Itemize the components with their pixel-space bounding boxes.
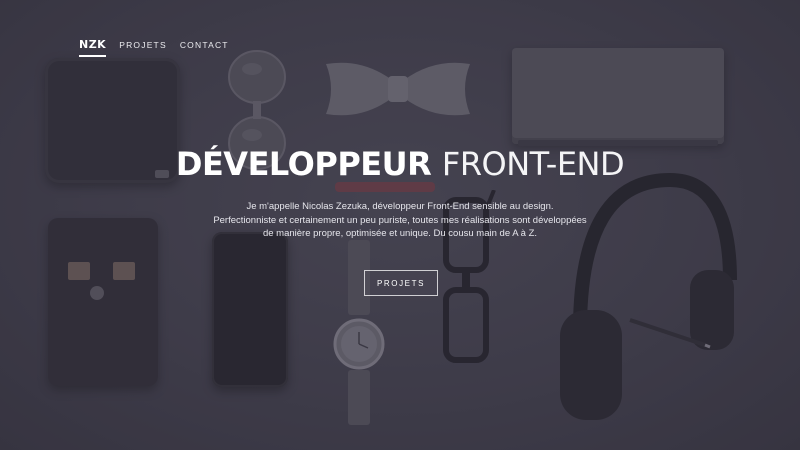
intro-line: de manière propre, optimisée et unique. … (262, 228, 538, 239)
intro-paragraph: Je m'appelle Nicolas Zezuka, développeur… (150, 200, 650, 241)
intro-line: Je m'appelle Nicolas Zezuka, développeur… (246, 201, 554, 212)
projets-button[interactable]: PROJETS (364, 270, 438, 296)
page-title: DÉVELOPPEUR FRONT-END (0, 148, 800, 180)
page-title-bold: DÉVELOPPEUR (175, 145, 432, 183)
nav-link-contact[interactable]: CONTACT (180, 40, 229, 56)
hero-section: NZK PROJETS CONTACT DÉVELOPPEUR FRONT-EN… (0, 0, 800, 450)
logo-link[interactable]: NZK (79, 38, 107, 57)
intro-line: Perfectionniste et certainement un peu p… (213, 214, 587, 226)
page-title-light: FRONT-END (441, 145, 625, 183)
nav-link-projets[interactable]: PROJETS (119, 40, 167, 56)
top-navigation: NZK PROJETS CONTACT (79, 38, 242, 57)
